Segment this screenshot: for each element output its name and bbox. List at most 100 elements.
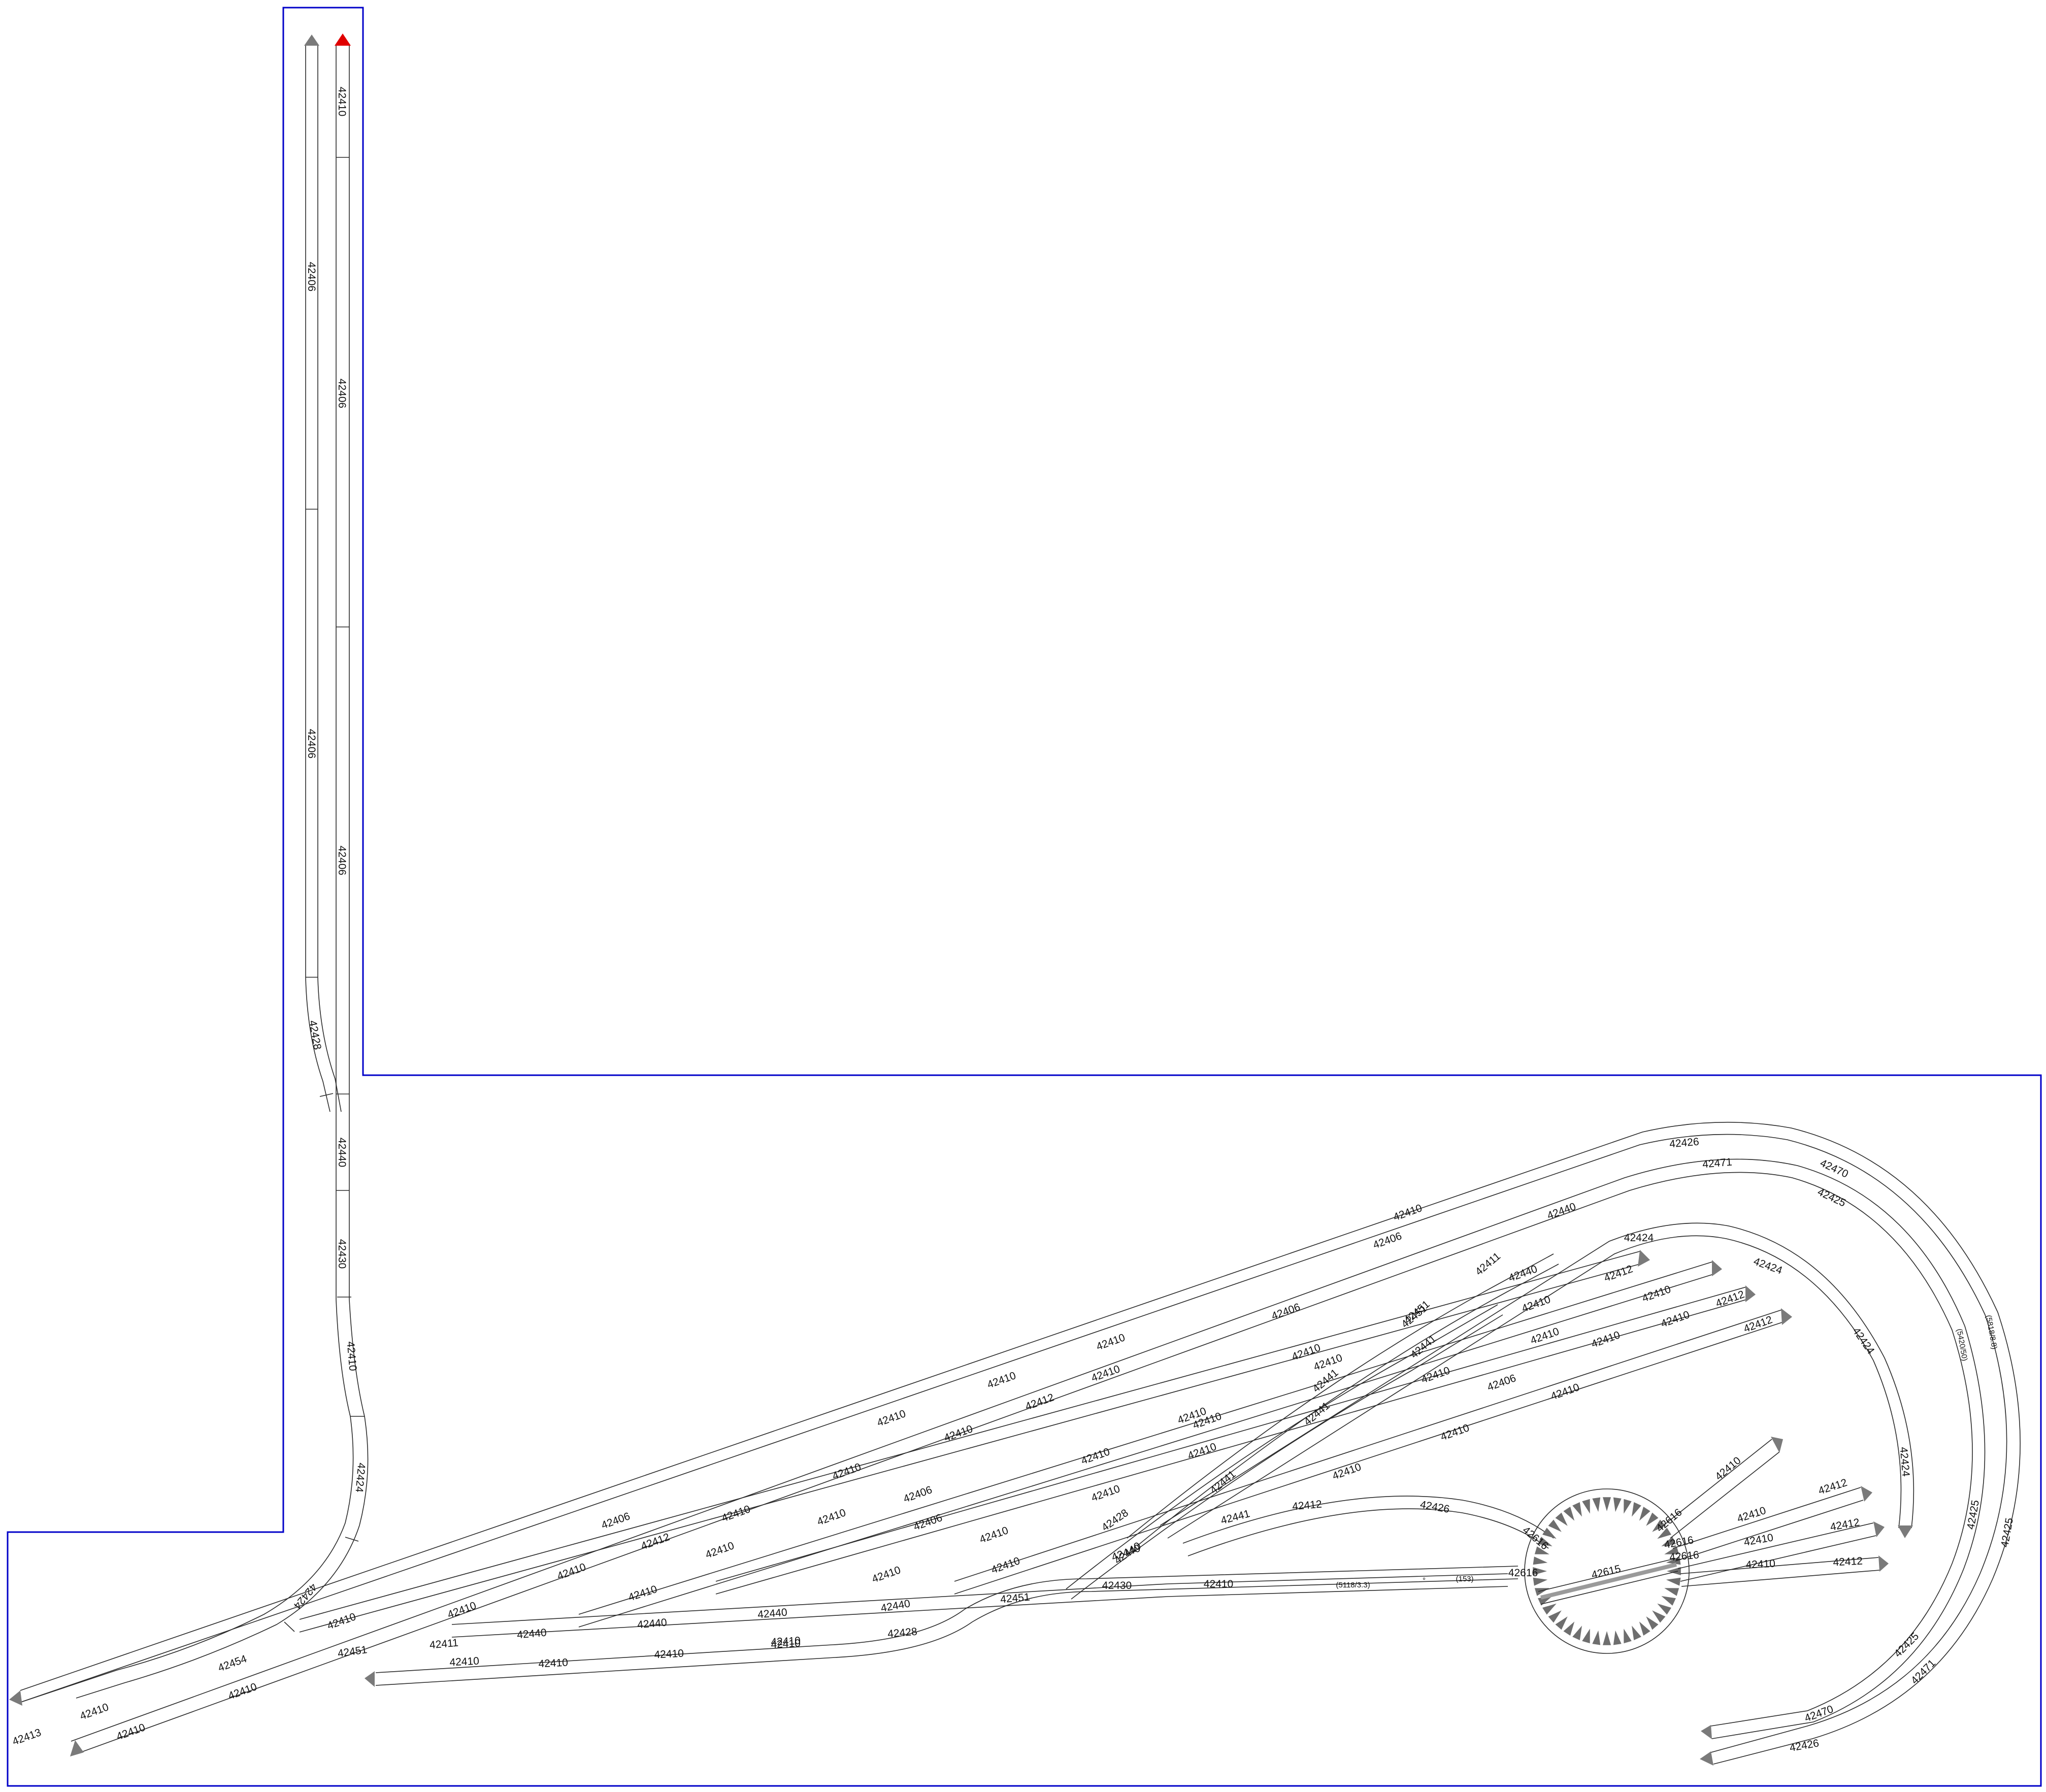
- track-label: 42406: [306, 262, 317, 291]
- track-label: 42425: [1816, 1186, 1847, 1209]
- track-label: 42425: [1999, 1517, 2016, 1548]
- track-label: 42410: [1743, 1532, 1774, 1548]
- track-label: 42410: [978, 1524, 1010, 1546]
- track-label: 42412: [1602, 1263, 1634, 1284]
- track-note: (5118/3.3): [1336, 1581, 1370, 1589]
- track-label: 42410: [226, 1681, 258, 1702]
- turntable-tooth: [1548, 1610, 1562, 1623]
- track-label: 42411: [429, 1637, 459, 1651]
- turntable-tooth: [1582, 1499, 1590, 1514]
- turntable-tooth: [1657, 1603, 1671, 1615]
- turntable-tooth: [1613, 1630, 1622, 1645]
- track-label: 42410: [1392, 1202, 1424, 1223]
- track-end-marker: [365, 1671, 375, 1687]
- track-end-marker: [1700, 1751, 1713, 1766]
- track-label: 42410: [815, 1507, 847, 1528]
- track-label: 42411: [1473, 1250, 1503, 1278]
- track-label: 42406: [1371, 1230, 1403, 1251]
- track-label: 42412: [1742, 1314, 1774, 1335]
- diagonal-tracks: [9, 1121, 2021, 1766]
- track-label: 42470: [1803, 1703, 1835, 1724]
- turntable-tooth: [1548, 1519, 1562, 1532]
- track-end-marker: [1878, 1555, 1889, 1572]
- track-label: 42406: [912, 1512, 944, 1533]
- track-note: (5818/8.8): [1984, 1314, 1999, 1350]
- track-label: 42410: [336, 87, 348, 116]
- track-end-marker: [70, 1740, 84, 1756]
- track-label: 42430: [1102, 1580, 1132, 1591]
- track-note: °: [1423, 1576, 1426, 1585]
- turntable-tooth: [1572, 1502, 1582, 1517]
- track-label: 42410: [1095, 1332, 1127, 1353]
- track-label: 42410: [627, 1583, 659, 1604]
- track-plan: 42410 42406 42406 42406 42406 42428 4244…: [7, 7, 2042, 1787]
- track-label: 42410: [771, 1635, 801, 1648]
- track-label: 42410: [1331, 1461, 1363, 1482]
- track-label: 42412: [1833, 1555, 1863, 1568]
- track-label: 42424: [353, 1462, 367, 1492]
- track-label: 42430: [336, 1239, 348, 1269]
- track-label: 42616: [1663, 1534, 1695, 1551]
- track-label: 42410: [1312, 1352, 1344, 1373]
- turntable-tooth: [1624, 1629, 1632, 1644]
- turntable-tooth: [1592, 1497, 1601, 1512]
- track-note: (153): [1456, 1575, 1473, 1583]
- turntable-tooth: [1542, 1528, 1557, 1539]
- turntable-tooth: [1632, 1502, 1641, 1517]
- track-label: 42410: [985, 1370, 1017, 1391]
- track-label: 42410: [870, 1564, 902, 1585]
- turntable-tooth: [1602, 1497, 1611, 1511]
- track-label: 42410: [1439, 1422, 1471, 1443]
- track-label: 42425: [1965, 1499, 1982, 1531]
- track-label: 42406: [600, 1510, 632, 1532]
- track-label: 42410: [875, 1408, 907, 1429]
- turntable-tooth: [1602, 1631, 1611, 1645]
- track-end-marker: [1745, 1285, 1756, 1302]
- turntable-tooth: [1555, 1616, 1568, 1630]
- track-label: 42616: [1669, 1549, 1699, 1564]
- track-label: 42440: [516, 1627, 547, 1641]
- track-label: 42412: [1292, 1499, 1322, 1513]
- track-label: 42413: [11, 1727, 43, 1748]
- track-label: 42440: [1545, 1201, 1577, 1222]
- track-end-marker: [9, 1690, 22, 1706]
- track-label: 42410: [344, 1341, 358, 1371]
- track-label: 42410: [78, 1701, 110, 1722]
- track-end-marker: [1898, 1525, 1913, 1538]
- track-labels: 42406 42406 42410 42410 42410 42406 4241…: [11, 1136, 2016, 1754]
- track-label: 42410: [555, 1561, 587, 1582]
- track-label: 42440: [1507, 1263, 1539, 1284]
- track-label: 42406: [336, 846, 348, 875]
- track-label: 42424: [1897, 1446, 1911, 1477]
- track-label: 42406: [306, 729, 317, 758]
- track-label: 42410: [704, 1540, 736, 1561]
- turntable-tooth: [1666, 1577, 1681, 1586]
- track-label: 42425: [1892, 1631, 1922, 1660]
- turntable-tooth: [1613, 1497, 1622, 1512]
- track-label: 42471: [1702, 1156, 1732, 1171]
- track-end-marker: [1873, 1521, 1885, 1537]
- active-track-end-marker: [335, 34, 351, 46]
- track-label: 42441: [1219, 1508, 1251, 1526]
- track-label: 42440: [637, 1617, 667, 1631]
- track-end-marker: [1771, 1437, 1783, 1453]
- turntable-tooth: [1624, 1499, 1632, 1514]
- track-label: 42410: [720, 1503, 752, 1524]
- track-label: 42406: [1486, 1372, 1517, 1393]
- track-label: 42410: [654, 1647, 684, 1661]
- turntable-tooth: [1563, 1507, 1575, 1521]
- turntable-tooth: [1646, 1616, 1659, 1630]
- track-label: 42410: [538, 1656, 569, 1670]
- track-label: 42428: [307, 1019, 323, 1051]
- track-label: 42410: [1186, 1441, 1218, 1462]
- track-end-marker: [1701, 1725, 1712, 1739]
- track-label: 42426: [1419, 1499, 1450, 1515]
- track-label: 42410: [325, 1611, 357, 1632]
- track-label: 42451: [1000, 1591, 1030, 1606]
- turntable-tooth: [1639, 1621, 1651, 1636]
- turntable-tooth: [1592, 1630, 1601, 1645]
- track-label: 42406: [336, 379, 348, 408]
- turntable-tooth: [1533, 1577, 1548, 1586]
- track-label: 42410: [1529, 1325, 1561, 1347]
- track-label: 42406: [902, 1484, 934, 1505]
